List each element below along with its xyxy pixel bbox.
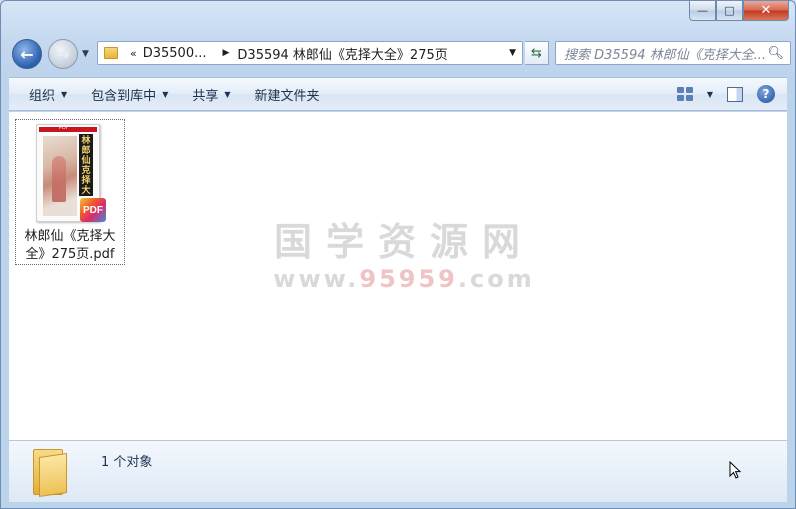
file-item-pdf[interactable]: PDF 林 郎 仙 克 择 大 PDF 林郎仙《克择大 全》275页.pdf	[15, 119, 125, 265]
chevron-down-icon: ▼	[61, 89, 68, 99]
caption-buttons: — □ ✕	[689, 1, 789, 21]
cover-title: 林 郎 仙 克 择 大	[79, 134, 93, 196]
breadcrumb-arrow-icon[interactable]: ▶	[223, 48, 230, 58]
breadcrumb-parent[interactable]: D35500...	[143, 46, 207, 61]
command-bar: 组织 ▼ 包含到库中 ▼ 共享 ▼ 新建文件夹 ▼ ?	[9, 77, 787, 111]
explorer-window: — □ ✕ ← → ▼ « D35500... ▶ D35594 林郎仙《克择大…	[0, 0, 796, 509]
organize-menu[interactable]: 组织 ▼	[9, 78, 79, 110]
refresh-icon: ⇆	[531, 45, 542, 61]
chevron-down-icon: ▼	[224, 89, 231, 99]
breadcrumb-overflow[interactable]: «	[130, 47, 137, 60]
back-button[interactable]: ←	[12, 39, 42, 69]
navigation-bar: ← → ▼ « D35500... ▶ D35594 林郎仙《克择大全》275页…	[9, 37, 791, 71]
preview-pane-icon[interactable]	[727, 86, 743, 102]
view-options-chevron-icon[interactable]: ▼	[707, 90, 713, 99]
cover-illustration	[43, 136, 77, 216]
maximize-button[interactable]: □	[716, 1, 743, 21]
organize-label: 组织	[29, 88, 56, 104]
share-label: 共享	[192, 88, 219, 104]
pdf-badge-icon: PDF	[80, 198, 106, 222]
new-folder-label: 新建文件夹	[254, 88, 320, 104]
watermark-title: 国学资源网	[273, 220, 534, 264]
include-in-library-label: 包含到库中	[91, 88, 157, 104]
help-icon[interactable]: ?	[757, 85, 775, 103]
item-count: 1 个对象	[101, 455, 153, 470]
forward-arrow-icon: →	[56, 44, 70, 64]
new-folder-button[interactable]: 新建文件夹	[243, 78, 332, 110]
thumbnail-header-label: PDF	[59, 125, 69, 131]
breadcrumb-current[interactable]: D35594 林郎仙《克择大全》275页	[237, 44, 447, 63]
back-arrow-icon: ←	[20, 44, 34, 64]
folder-icon	[104, 47, 118, 59]
mouse-cursor-icon	[729, 461, 741, 479]
search-box[interactable]: 搜索 D35594 林郎仙《克择大全... 🔍︎	[555, 41, 791, 65]
refresh-button[interactable]: ⇆	[525, 41, 549, 65]
minimize-button[interactable]: —	[689, 1, 716, 21]
chevron-down-icon: ▼	[162, 89, 169, 99]
watermark-url: www.95959.com	[273, 265, 535, 293]
share-menu[interactable]: 共享 ▼	[180, 78, 242, 110]
change-view-icon[interactable]	[676, 87, 693, 101]
folder-icon	[33, 449, 67, 497]
recent-pages-dropdown[interactable]: ▼	[82, 49, 89, 59]
details-pane: 1 个对象	[9, 440, 787, 502]
watermark: 国学资源网 www.95959.com	[269, 220, 539, 294]
view-controls: ▼ ?	[676, 78, 775, 110]
address-bar[interactable]: « D35500... ▶ D35594 林郎仙《克择大全》275页 ▼	[97, 41, 523, 65]
file-list-area[interactable]: 国学资源网 www.95959.com PDF 林 郎 仙 克 择 大 PDF …	[9, 112, 787, 440]
search-input[interactable]: 搜索 D35594 林郎仙《克择大全...	[564, 44, 766, 63]
forward-button[interactable]: →	[48, 39, 78, 69]
include-in-library-menu[interactable]: 包含到库中 ▼	[79, 78, 180, 110]
search-icon[interactable]: 🔍︎	[767, 46, 784, 61]
file-name[interactable]: 林郎仙《克择大 全》275页.pdf	[16, 228, 124, 264]
close-button[interactable]: ✕	[743, 1, 789, 21]
address-dropdown-icon[interactable]: ▼	[509, 48, 516, 58]
